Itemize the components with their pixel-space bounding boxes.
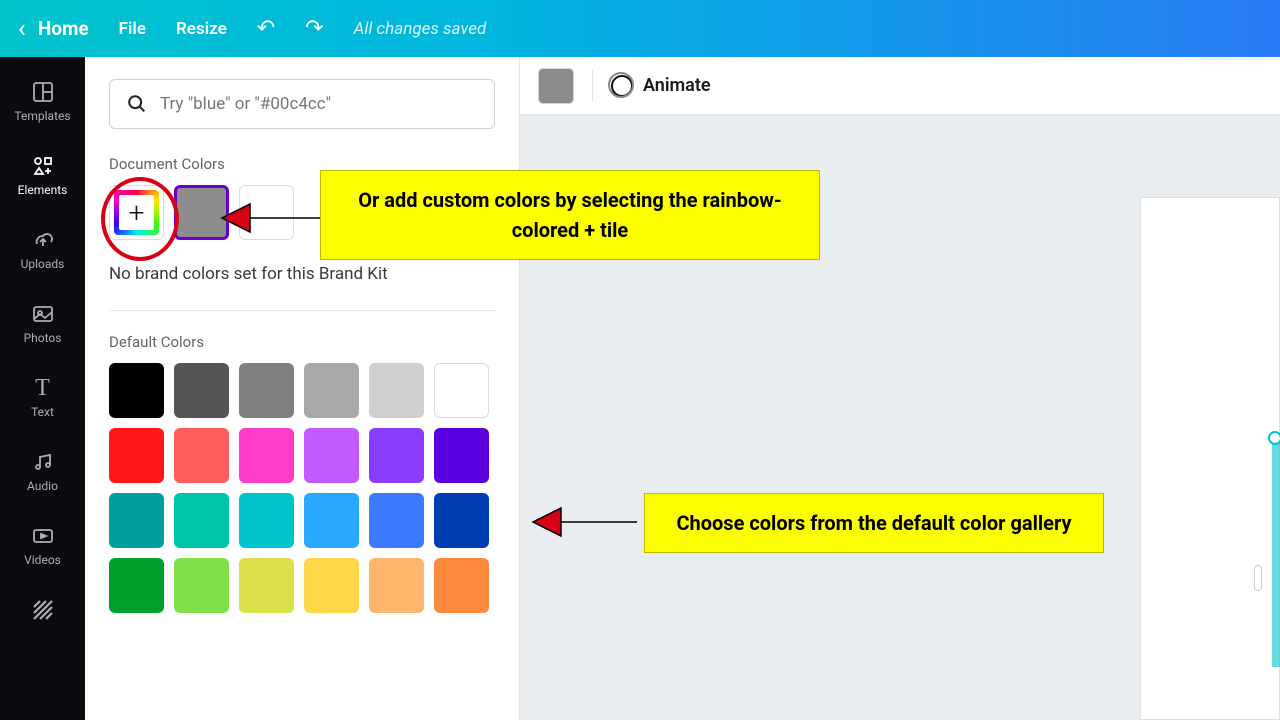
resize-handle[interactable] [1254,565,1262,591]
templates-icon [31,79,55,105]
annotation-arrow-1 [218,196,328,240]
animate-icon [611,75,633,97]
background-icon [31,597,55,623]
default-color-swatch[interactable] [174,493,229,548]
nav-label: Elements [18,183,68,197]
default-color-swatch[interactable] [434,363,489,418]
default-color-swatch[interactable] [304,558,359,613]
default-color-swatch[interactable] [304,493,359,548]
top-bar: ‹ Home File Resize ↶ ↷ All changes saved [0,0,1280,57]
nav-audio[interactable]: Audio [0,443,85,499]
color-search[interactable] [109,79,495,129]
animate-label: Animate [643,75,711,96]
design-page[interactable] [1140,197,1280,720]
nav-uploads[interactable]: Uploads [0,221,85,277]
animate-button[interactable]: Animate [611,75,711,97]
annotation-arrow-2 [529,500,639,544]
nav-label: Audio [27,479,58,493]
photos-icon [31,301,55,327]
back-icon[interactable]: ‹ [18,14,26,44]
color-panel: Document Colors + No brand colors set fo… [85,57,520,720]
default-color-swatch[interactable] [304,363,359,418]
resize-menu[interactable]: Resize [176,19,227,39]
save-status: All changes saved [354,19,487,39]
default-color-swatch[interactable] [174,428,229,483]
nav-label: Text [31,405,54,419]
annotation-circle [101,177,179,261]
default-color-swatch[interactable] [239,428,294,483]
file-menu[interactable]: File [119,19,146,39]
search-icon [126,93,148,115]
default-color-swatch[interactable] [109,493,164,548]
nav-text[interactable]: T Text [0,369,85,425]
nav-background[interactable] [0,591,85,629]
home-link[interactable]: Home [38,17,89,40]
nav-elements[interactable]: Elements [0,147,85,203]
canvas-toolbar: Animate [520,57,1280,115]
default-color-grid [109,363,495,613]
default-color-swatch[interactable] [369,558,424,613]
default-colors-label: Default Colors [109,333,495,351]
default-color-swatch[interactable] [369,363,424,418]
redo-icon[interactable]: ↷ [305,16,323,41]
selection-handle[interactable] [1268,431,1280,445]
videos-icon [31,523,55,549]
nav-videos[interactable]: Videos [0,517,85,573]
annotation-callout-2: Choose colors from the default color gal… [644,493,1104,553]
default-color-swatch[interactable] [434,558,489,613]
default-color-swatch[interactable] [434,428,489,483]
default-color-swatch[interactable] [239,363,294,418]
elements-icon [31,153,55,179]
default-color-swatch[interactable] [369,428,424,483]
default-color-swatch[interactable] [434,493,489,548]
default-color-swatch[interactable] [174,363,229,418]
side-nav: Templates Elements Uploads Photos T Text… [0,57,85,720]
current-color-swatch[interactable] [538,68,574,104]
default-color-swatch[interactable] [239,558,294,613]
default-color-swatch[interactable] [369,493,424,548]
selection-edge [1272,437,1280,667]
nav-templates[interactable]: Templates [0,73,85,129]
audio-icon [31,449,55,475]
annotation-callout-1: Or add custom colors by selecting the ra… [320,170,820,260]
default-color-swatch[interactable] [304,428,359,483]
brand-kit-message: No brand colors set for this Brand Kit [109,264,495,311]
undo-icon[interactable]: ↶ [257,16,275,41]
nav-label: Uploads [21,257,65,271]
default-color-swatch[interactable] [109,363,164,418]
nav-label: Photos [24,331,62,345]
toolbar-separator [592,70,593,102]
uploads-icon [31,227,55,253]
text-icon: T [35,375,50,401]
nav-photos[interactable]: Photos [0,295,85,351]
workspace: Templates Elements Uploads Photos T Text… [0,57,1280,720]
nav-label: Templates [14,109,70,123]
default-color-swatch[interactable] [109,428,164,483]
default-color-swatch[interactable] [174,558,229,613]
canvas-area: Animate [520,57,1280,720]
default-color-swatch[interactable] [239,493,294,548]
default-color-swatch[interactable] [109,558,164,613]
nav-label: Videos [24,553,61,567]
search-input[interactable] [160,94,478,114]
